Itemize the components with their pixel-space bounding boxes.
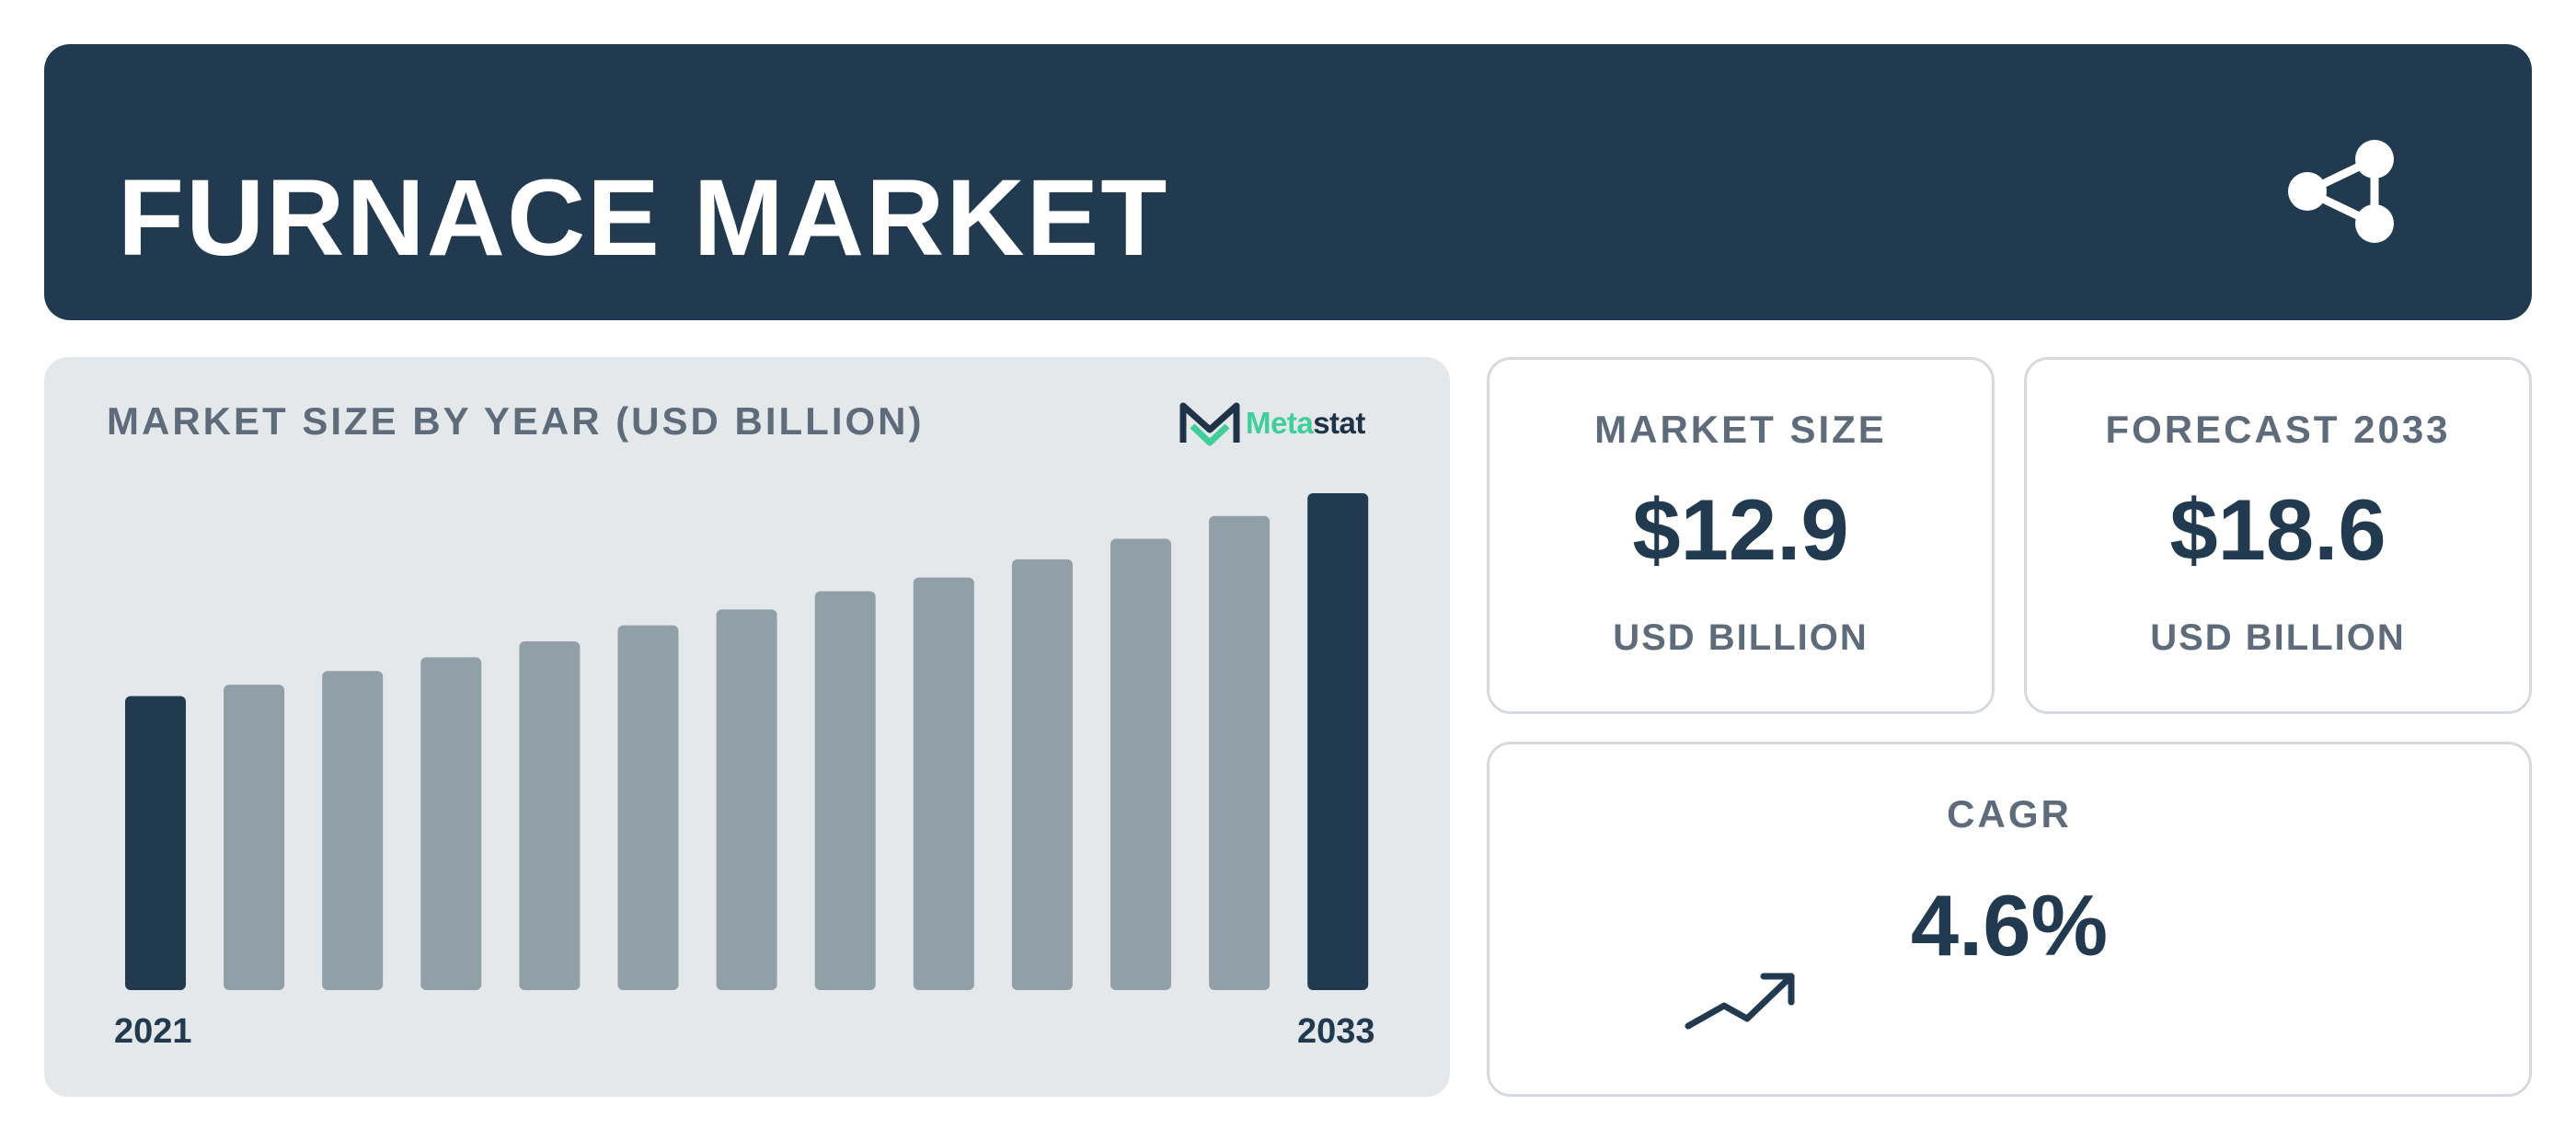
bar-2033 xyxy=(1307,493,1369,990)
cagr-card: CAGR 4.6% xyxy=(1487,742,2532,1097)
bar-2023 xyxy=(322,671,384,990)
bar-2022 xyxy=(224,685,285,990)
x-tick-label-last: 2033 xyxy=(1297,1012,1375,1051)
market-size-card: MARKET SIZE $12.9 USD BILLION xyxy=(1487,357,1995,714)
trend-up-icon xyxy=(1685,973,1795,1030)
cagr-value: 4.6% xyxy=(1910,877,2109,974)
forecast-label: FORECAST 2033 xyxy=(2105,408,2451,451)
chart-panel: MARKET SIZE BY YEAR (USD BILLION) Metast… xyxy=(44,357,1450,1097)
bar-2030 xyxy=(1011,559,1073,990)
market-size-unit: USD BILLION xyxy=(1613,617,1869,658)
forecast-unit: USD BILLION xyxy=(2150,617,2406,658)
bar-chart xyxy=(125,493,1369,990)
bar-2024 xyxy=(420,657,482,990)
share-icon xyxy=(2288,140,2394,243)
market-size-value: $12.9 xyxy=(1632,481,1849,578)
bar-2027 xyxy=(716,609,777,990)
cagr-label: CAGR xyxy=(1947,792,2072,836)
bar-2025 xyxy=(519,641,581,990)
page-title: FURNACE MARKET xyxy=(118,157,1169,279)
x-tick-label-first: 2021 xyxy=(114,1012,192,1051)
bar-2032 xyxy=(1209,515,1271,990)
forecast-card: FORECAST 2033 $18.6 USD BILLION xyxy=(2024,357,2532,714)
forecast-value: $18.6 xyxy=(2169,481,2386,578)
bar-2021 xyxy=(125,696,186,990)
bar-2026 xyxy=(617,625,679,990)
bar-2031 xyxy=(1110,538,1171,990)
bar-2028 xyxy=(814,591,876,990)
header-banner: FURNACE MARKET xyxy=(44,44,2532,320)
market-size-label: MARKET SIZE xyxy=(1594,408,1887,451)
share-button[interactable] xyxy=(2271,118,2418,265)
bar-2029 xyxy=(913,577,974,990)
